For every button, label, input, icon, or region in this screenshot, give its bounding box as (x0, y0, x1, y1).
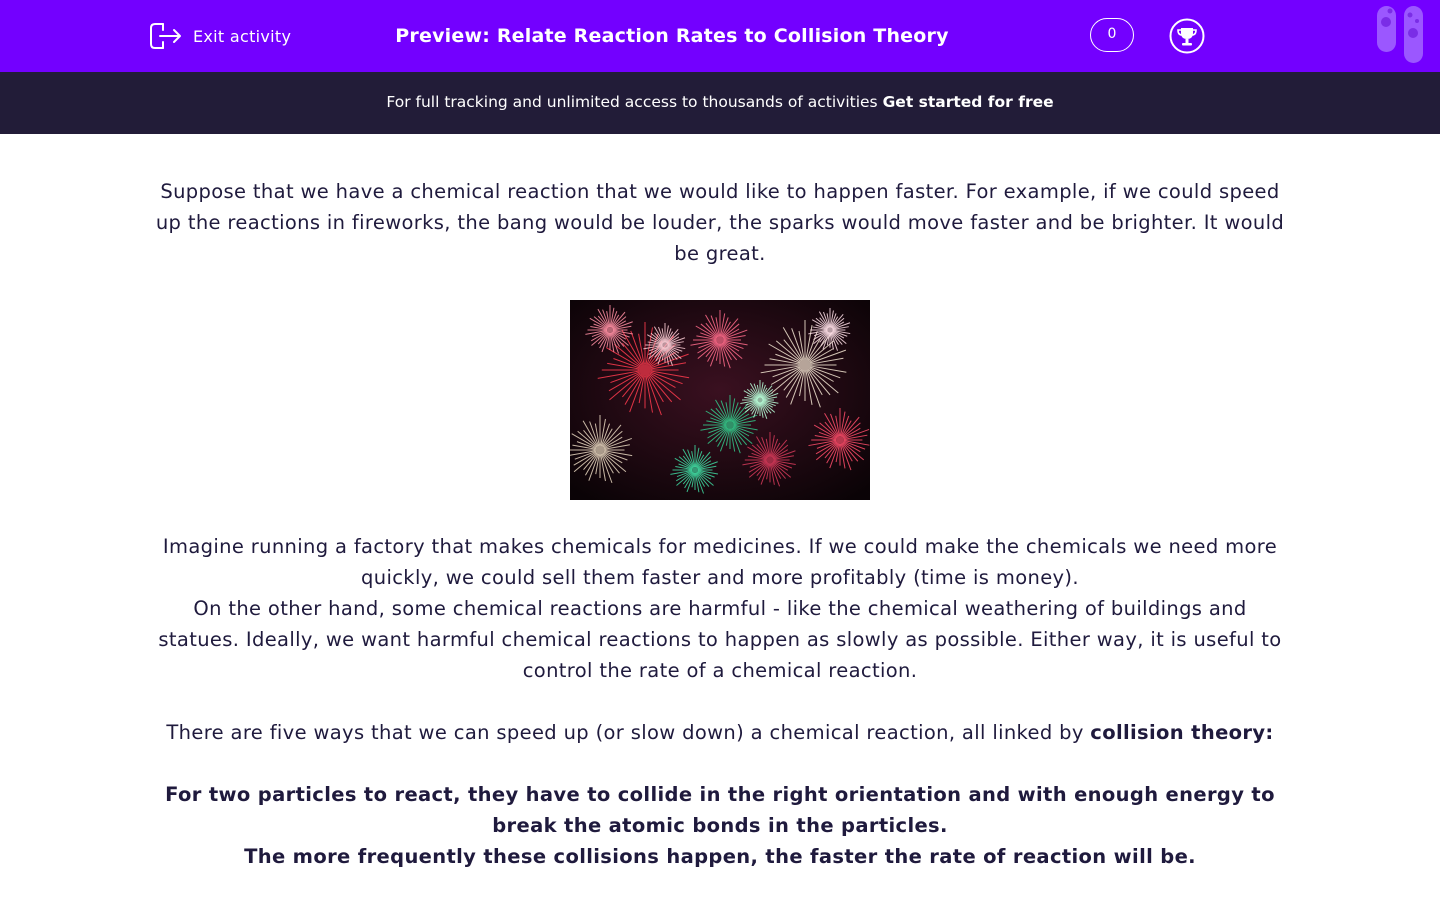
collision-theory-term: collision theory: (1090, 721, 1274, 744)
five-ways-text: There are five ways that we can speed up… (166, 721, 1091, 744)
fireworks-image (570, 300, 870, 500)
collision-frequency-text: The more frequently these collisions hap… (244, 845, 1196, 868)
factory-paragraph: Imagine running a factory that makes che… (162, 535, 1278, 589)
signup-banner: For full tracking and unlimited access t… (0, 72, 1440, 134)
page-title: Preview: Relate Reaction Rates to Collis… (395, 25, 949, 47)
test-tubes-decoration (1374, 0, 1440, 72)
collision-definition-text: For two particles to react, they have to… (165, 783, 1275, 837)
intro-paragraph: Suppose that we have a chemical reaction… (155, 180, 1285, 265)
trophy-button[interactable] (1169, 18, 1205, 54)
trophy-icon (1169, 18, 1205, 58)
exit-icon (149, 21, 183, 51)
exit-activity-button[interactable]: Exit activity (149, 20, 291, 52)
harmful-paragraph: On the other hand, some chemical reactio… (158, 597, 1282, 682)
score-badge: 0 (1090, 18, 1134, 52)
top-bar: Exit activity Preview: Relate Reaction R… (0, 0, 1440, 72)
collision-theory-definition: For two particles to react, they have to… (150, 779, 1290, 841)
collision-frequency-statement: The more frequently these collisions hap… (150, 841, 1290, 872)
exit-activity-label: Exit activity (193, 26, 292, 46)
five-ways-paragraph: There are five ways that we can speed up… (150, 717, 1290, 748)
get-started-link[interactable]: Get started for free (883, 93, 1054, 111)
banner-text: For full tracking and unlimited access t… (386, 93, 883, 111)
activity-content: Suppose that we have a chemical reaction… (150, 176, 1290, 872)
